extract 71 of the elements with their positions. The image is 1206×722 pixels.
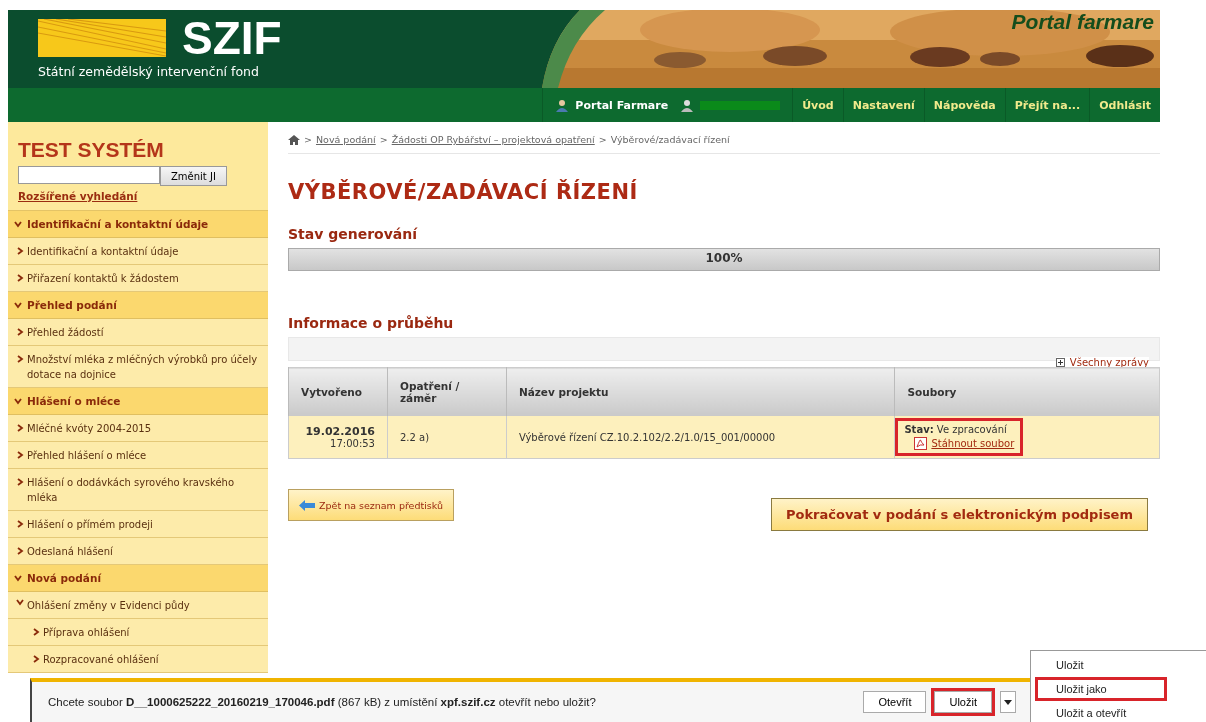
nav-link[interactable]: Nápověda bbox=[923, 88, 1005, 122]
advanced-search-link[interactable]: Rozšířené vyhledání bbox=[18, 190, 138, 202]
back-button[interactable]: Zpět na seznam předtisků bbox=[288, 489, 455, 521]
sidebar-item[interactable]: Přehled žádostí bbox=[27, 325, 104, 340]
chevron-down-icon bbox=[14, 397, 22, 405]
chevron-right-icon bbox=[16, 478, 24, 486]
chevron-right-icon bbox=[16, 547, 24, 555]
sidebar-section[interactable]: Přehled podání bbox=[27, 299, 117, 311]
search-field[interactable] bbox=[18, 166, 160, 184]
location-text: Výběrové/zadávací řízení bbox=[610, 134, 730, 145]
sidebar-item[interactable]: Odeslaná hlášení bbox=[27, 544, 113, 559]
field-logo-icon bbox=[38, 19, 166, 57]
breadcrumb-separator: > bbox=[598, 134, 607, 145]
portal-link[interactable]: Portal Farmare bbox=[575, 98, 669, 112]
section-heading: Stav generování bbox=[288, 226, 419, 242]
nav-link[interactable]: Nastavení bbox=[842, 88, 924, 122]
status-text: Stav: Ve zpracování bbox=[904, 424, 1008, 435]
sidebar-section[interactable]: Hlášení o mléce bbox=[27, 395, 121, 407]
dropdown-button[interactable] bbox=[1000, 691, 1016, 713]
nav-link[interactable]: Úvod bbox=[792, 88, 843, 122]
chevron-right-icon bbox=[32, 628, 40, 636]
page-title: VÝBĚROVÉ/ZADÁVACÍ ŘÍZENÍ bbox=[288, 180, 639, 204]
chevron-down-icon bbox=[16, 598, 24, 606]
chevron-right-icon bbox=[16, 424, 24, 432]
all-messages-link[interactable]: Všechny zprávy bbox=[1055, 357, 1149, 368]
logo-subtitle: Státní zemědělský intervenční fond bbox=[38, 64, 259, 79]
download-link[interactable]: Stáhnout soubor bbox=[904, 437, 1015, 450]
chevron-right-icon bbox=[16, 247, 24, 255]
home-icon[interactable] bbox=[288, 134, 300, 145]
section-heading: Informace o průběhu bbox=[288, 315, 455, 331]
pdf-icon bbox=[914, 437, 928, 450]
chevron-down-icon bbox=[14, 301, 22, 309]
logo-text: SZIF bbox=[182, 14, 282, 62]
breadcrumb-separator: > bbox=[379, 134, 388, 145]
date-cell: 19.02.2016 17:00:53 bbox=[288, 416, 388, 459]
menu-item[interactable]: Uložit bbox=[1035, 653, 1167, 677]
arrow-left-icon bbox=[299, 499, 315, 511]
nav-link[interactable]: Odhlásit bbox=[1089, 88, 1160, 122]
chevron-right-icon bbox=[16, 451, 24, 459]
save-button[interactable]: Uložit bbox=[934, 691, 992, 713]
table-cell: 2.2 a) bbox=[387, 416, 507, 459]
column-header: Název projektu bbox=[506, 367, 895, 416]
user-icon bbox=[680, 98, 695, 112]
column-header: Vytvořeno bbox=[288, 367, 388, 416]
chevron-right-icon bbox=[32, 655, 40, 663]
chevron-right-icon bbox=[16, 520, 24, 528]
download-message: Chcete soubor D__1000625222_20160219_170046.pdf (867 kB) z umístění xpf.szif.cz otevřít nebo uložit? bbox=[48, 696, 596, 708]
table-cell: Výběrové řízení CZ.10.2.102/2.2/1.0/15_001/00000 bbox=[506, 416, 895, 459]
menu-item[interactable]: Uložit jako bbox=[1035, 677, 1167, 701]
portal-title: Portal farmare bbox=[1011, 10, 1154, 34]
system-title: TEST SYSTÉM bbox=[18, 138, 165, 162]
chevron-right-icon bbox=[16, 328, 24, 336]
sidebar-item[interactable]: Příprava ohlášení bbox=[43, 625, 130, 640]
change-button[interactable]: Změnit JI bbox=[160, 166, 227, 186]
column-header: Soubory bbox=[894, 367, 1160, 416]
chevron-down-icon bbox=[14, 574, 22, 582]
breadcrumb-separator: > bbox=[304, 134, 312, 145]
user-icon bbox=[555, 98, 570, 112]
chevron-right-icon bbox=[16, 355, 24, 363]
chevron-down-icon bbox=[14, 220, 22, 228]
chevron-right-icon bbox=[16, 274, 24, 282]
menu-item[interactable]: Uložit a otevřít bbox=[1035, 701, 1167, 722]
continue-button[interactable]: Pokračovat v podání s elektronickým podpisem bbox=[770, 498, 1148, 531]
sidebar-section[interactable]: Nová podání bbox=[27, 572, 101, 584]
open-button[interactable]: Otevřít bbox=[863, 691, 927, 713]
progress-reading: 100% bbox=[705, 251, 743, 265]
breadcrumb-link[interactable]: Nová podání bbox=[315, 134, 376, 145]
nav-link[interactable]: Přejít na... bbox=[1004, 88, 1090, 122]
breadcrumb-link[interactable]: Žádosti OP Rybářství – projektová opatření bbox=[391, 134, 595, 145]
column-header: Opatření / záměr bbox=[387, 367, 507, 416]
caret-icon bbox=[1004, 699, 1012, 705]
